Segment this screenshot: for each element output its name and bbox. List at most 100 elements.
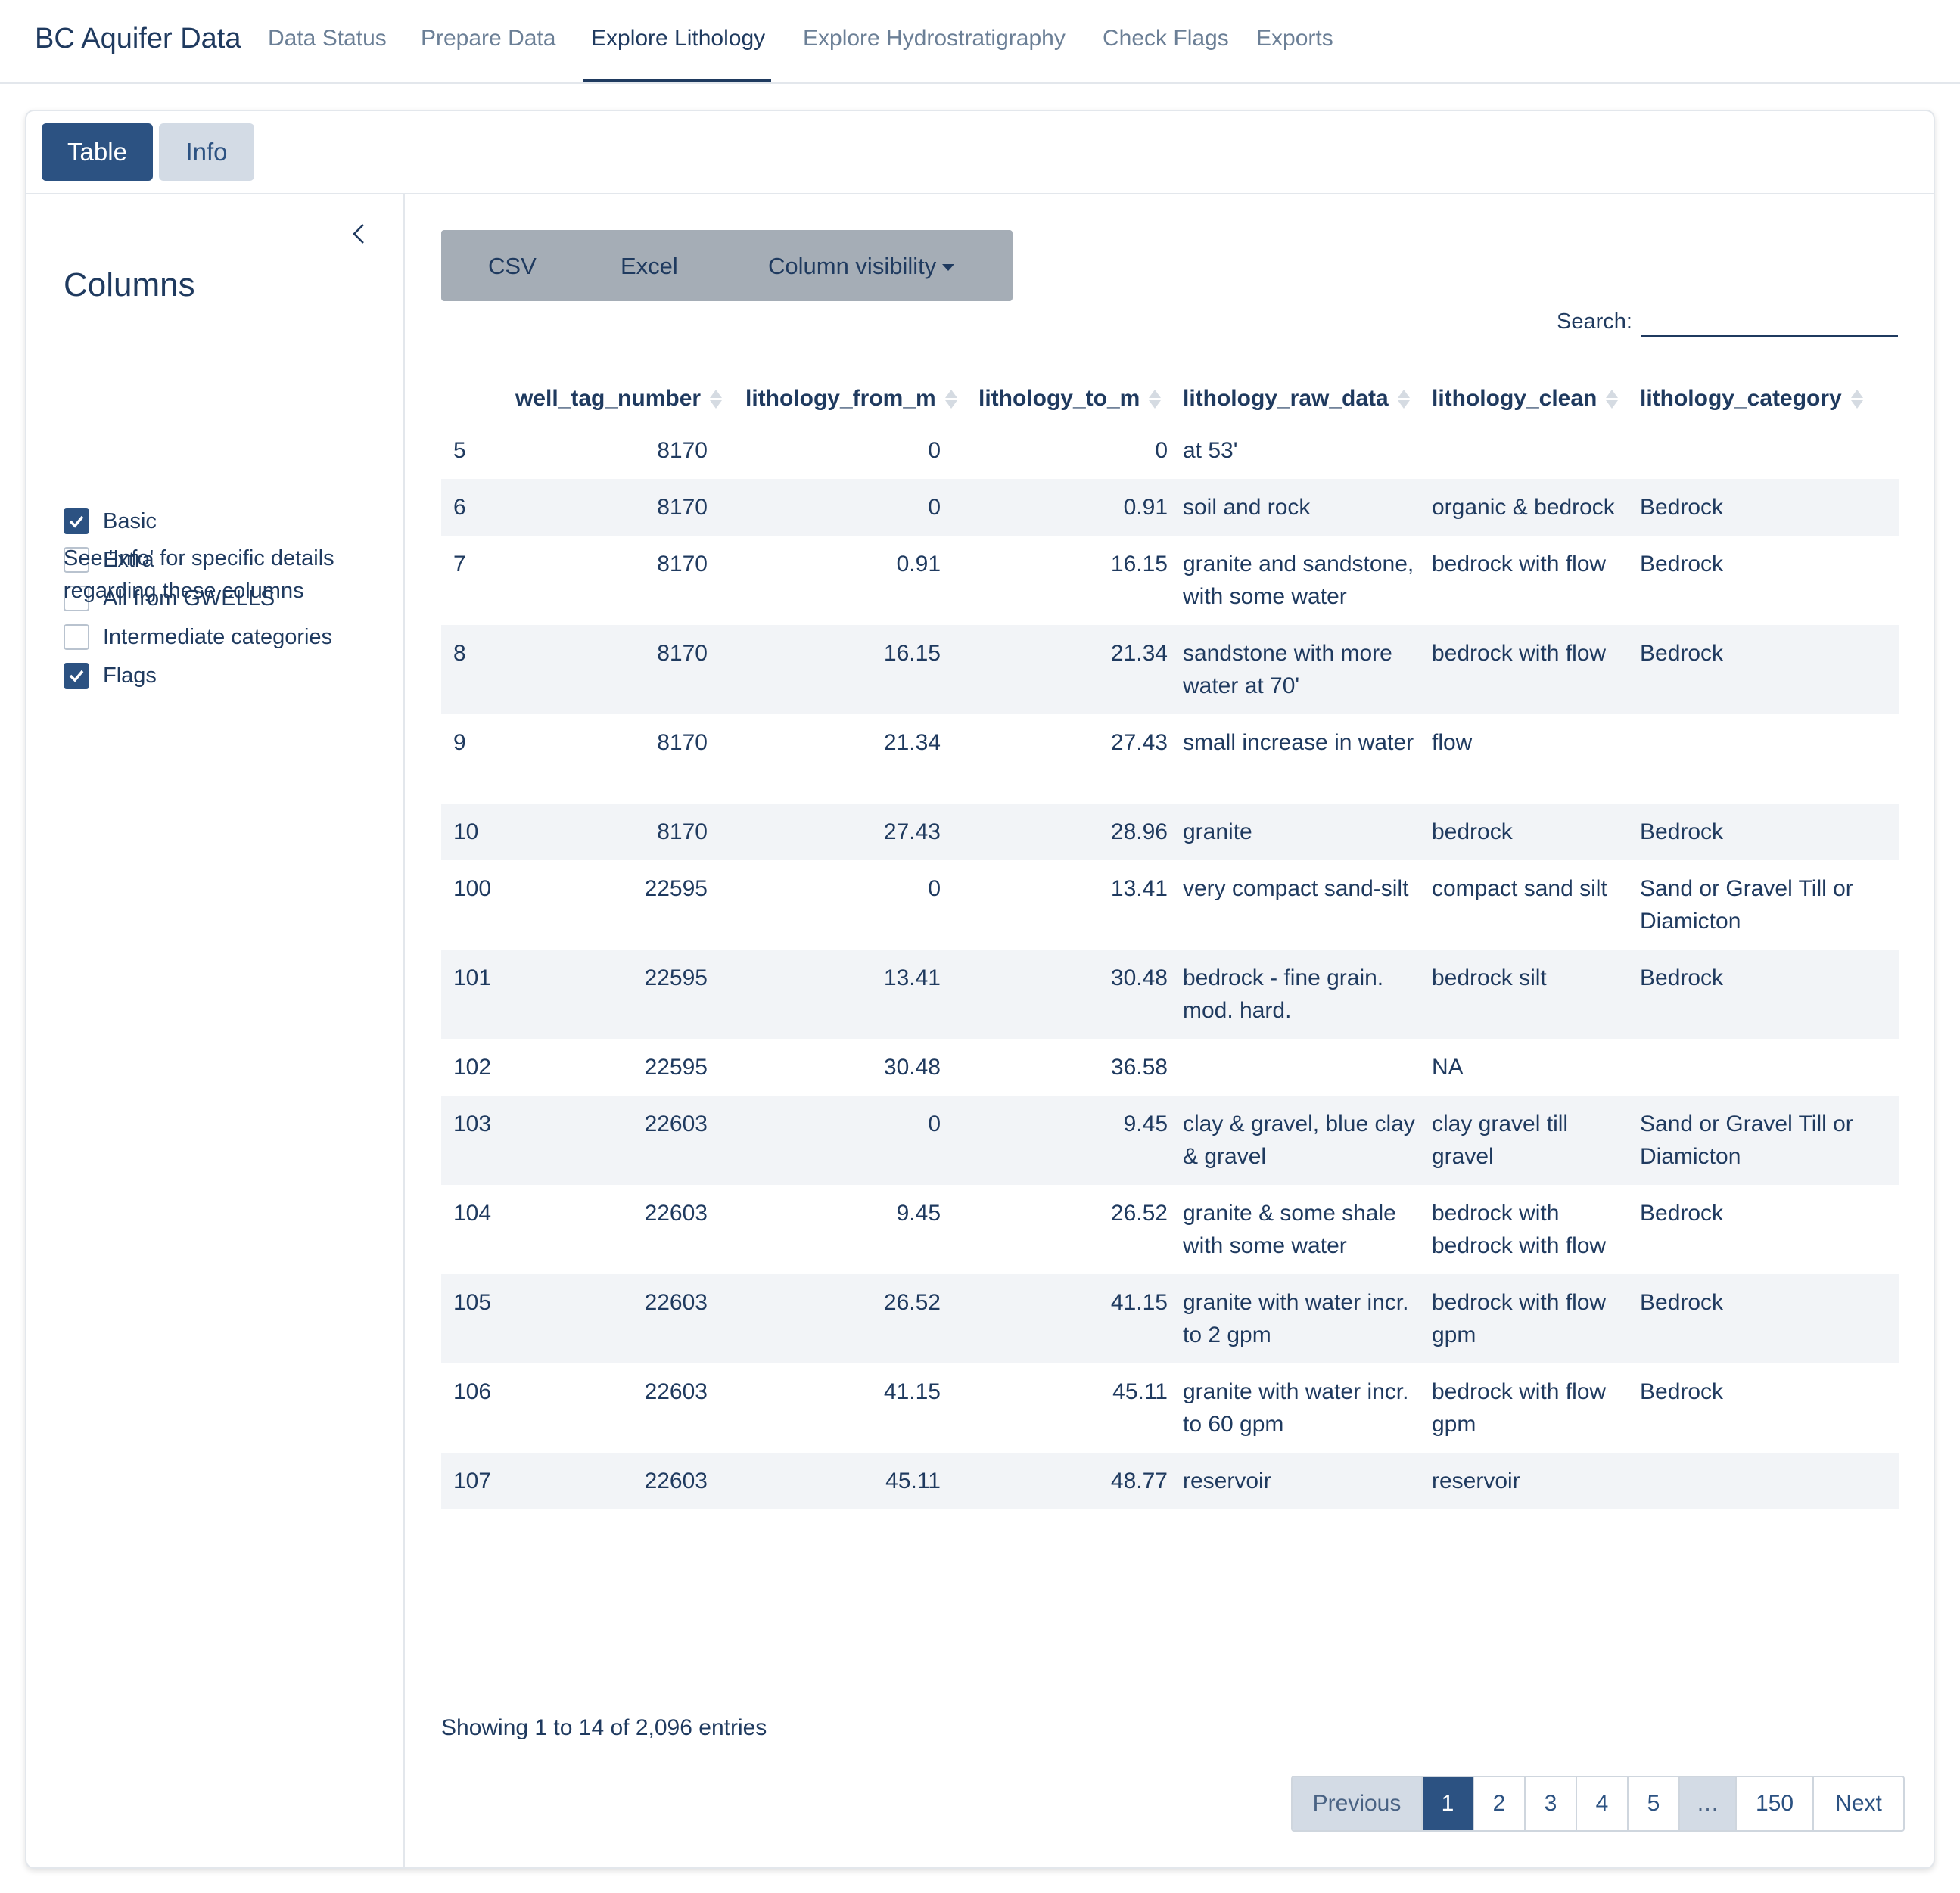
table-cell: Bedrock [1640, 1290, 1724, 1315]
nav-explore-lithology[interactable]: Explore Lithology [591, 26, 765, 51]
sort-icon [1149, 389, 1162, 409]
nav-exports[interactable]: Exports [1256, 26, 1333, 51]
table-row[interactable]: 5 8170 0 0 at 53' [441, 422, 1899, 479]
table-cell: clay gravel till gravel [1432, 1111, 1569, 1169]
checkbox-intermediate-categories[interactable]: Intermediate categories [64, 622, 332, 652]
checkmark-icon [69, 670, 84, 682]
table-cell: 9 [453, 730, 466, 755]
table-cell: Bedrock [1640, 552, 1724, 577]
table-info: Showing 1 to 14 of 2,096 entries [441, 1715, 767, 1740]
table-cell: bedrock with bedrock with flow [1432, 1201, 1607, 1258]
table-cell: Bedrock [1640, 1201, 1724, 1226]
table-cell: 22595 [644, 1055, 708, 1080]
column-header[interactable]: lithology_raw_data [1183, 386, 1410, 412]
table-cell: 41.15 [1110, 1290, 1168, 1315]
table-cell: 9.45 [896, 1201, 941, 1226]
table-cell: 22603 [644, 1290, 708, 1315]
column-visibility-button[interactable]: Column visibility [768, 253, 955, 280]
nav-data-status[interactable]: Data Status [268, 26, 387, 51]
search-input[interactable] [1641, 303, 1898, 337]
table-cell: 30.48 [1110, 965, 1168, 990]
nav-prepare-data[interactable]: Prepare Data [421, 26, 555, 51]
table-cell: 30.48 [883, 1055, 941, 1080]
table-cell: 22603 [644, 1379, 708, 1404]
page-button[interactable]: 5 [1629, 1777, 1680, 1830]
main-card: Table Info Columns Basic Extra All from … [25, 110, 1935, 1869]
column-header-label: well_tag_number [515, 386, 702, 411]
table-cell: 9.45 [1123, 1111, 1168, 1136]
table-cell: 107 [453, 1469, 492, 1494]
csv-button[interactable]: CSV [488, 253, 537, 280]
checkbox-label: Basic [103, 508, 157, 533]
page-button[interactable]: 150 [1737, 1777, 1814, 1830]
table-cell: 101 [453, 965, 492, 990]
table-row[interactable]: 105 22603 26.52 41.15 granite with water inc… [441, 1274, 1899, 1363]
table-row[interactable]: 8 8170 16.15 21.34 sandstone with more water… [441, 625, 1899, 714]
tab-info[interactable]: Info [159, 123, 254, 181]
page-button[interactable]: 3 [1526, 1777, 1577, 1830]
table-row[interactable]: 106 22603 41.15 45.11 granite with water inc… [441, 1363, 1899, 1453]
table-cell: 48.77 [1110, 1469, 1168, 1494]
chevron-left-icon[interactable] [344, 219, 375, 249]
table-row[interactable]: 100 22595 0 13.41 very compact sand-silt comp… [441, 860, 1899, 950]
column-visibility-label: Column visibility [768, 253, 937, 279]
columns-title: Columns [64, 266, 195, 303]
checkbox-box[interactable] [64, 624, 89, 650]
table-row[interactable]: 107 22603 45.11 48.77 reservoir reservoir [441, 1453, 1899, 1509]
table-cell: 16.15 [1110, 552, 1168, 577]
nav-check-flags[interactable]: Check Flags [1103, 26, 1229, 51]
table-row[interactable]: 10 8170 27.43 28.96 granite bedrock Bedrock [441, 804, 1899, 860]
table-row[interactable]: 102 22595 30.48 36.58 NA [441, 1039, 1899, 1096]
table-row[interactable]: 104 22603 9.45 26.52 granite & some shale wi… [441, 1185, 1899, 1274]
table-cell: 0 [1155, 438, 1168, 463]
table-row[interactable]: 9 8170 21.34 27.43 small increase in water fl… [441, 714, 1899, 804]
table-cell: sandstone with more water at 70' [1183, 641, 1392, 698]
lithology-table: well_tag_number lithology_from_m lithology… [441, 363, 1899, 1581]
checkbox-basic[interactable]: Basic [64, 506, 157, 536]
table-cell: Bedrock [1640, 641, 1724, 666]
checkbox-box[interactable] [64, 508, 89, 534]
table-cell: 8170 [657, 730, 708, 755]
app-brand[interactable]: BC Aquifer Data [35, 23, 241, 55]
table-cell: 45.11 [885, 1469, 941, 1494]
page-button[interactable]: 2 [1474, 1777, 1526, 1830]
table-cell: granite with water incr. to 2 gpm [1183, 1290, 1409, 1347]
table-cell: 10 [453, 819, 479, 844]
table-row[interactable]: 6 8170 0 0.91 soil and rock organic & bedrock… [441, 479, 1899, 536]
page-button[interactable]: 1 [1423, 1777, 1474, 1830]
column-header[interactable]: lithology_category [1640, 386, 1863, 412]
table-cell: 26.52 [883, 1290, 941, 1315]
page-button[interactable]: 4 [1577, 1777, 1629, 1830]
table-cell: 27.43 [883, 819, 941, 844]
next-page-button[interactable]: Next [1814, 1777, 1903, 1830]
table-cell: 22603 [644, 1469, 708, 1494]
sort-icon [710, 389, 723, 409]
checkbox-box[interactable] [64, 663, 89, 689]
table-cell: 0 [928, 495, 941, 520]
table-cell: 5 [453, 438, 466, 463]
pagination-ellipsis: … [1680, 1777, 1737, 1830]
table-cell: Bedrock [1640, 495, 1724, 520]
previous-page-button[interactable]: Previous [1293, 1777, 1423, 1830]
nav-explore-hydrostratigraphy[interactable]: Explore Hydrostratigraphy [803, 26, 1066, 51]
table-row[interactable]: 103 22603 0 9.45 clay & gravel, blue clay & … [441, 1096, 1899, 1185]
excel-button[interactable]: Excel [621, 253, 678, 280]
table-cell: 13.41 [883, 965, 941, 990]
column-header-label: lithology_to_m [978, 386, 1140, 411]
tab-table[interactable]: Table [42, 123, 153, 181]
table-row[interactable]: 101 22595 13.41 30.48 bedrock - fine grain. … [441, 950, 1899, 1039]
checkbox-flags[interactable]: Flags [64, 661, 157, 691]
table-cell: 8170 [657, 819, 708, 844]
column-header[interactable]: lithology_to_m [978, 386, 1162, 412]
table-cell: 13.41 [1110, 876, 1168, 901]
column-header[interactable]: lithology_from_m [745, 386, 957, 412]
column-header[interactable]: lithology_clean [1432, 386, 1619, 412]
table-row[interactable]: 7 8170 0.91 16.15 granite and sandstone, wit… [441, 536, 1899, 625]
column-header[interactable]: well_tag_number [515, 386, 723, 412]
column-header-label: lithology_category [1640, 386, 1842, 411]
table-cell: clay & gravel, blue clay & gravel [1183, 1111, 1415, 1169]
table-cell: 22595 [644, 876, 708, 901]
table-cell: NA [1432, 1055, 1464, 1080]
table-cell: bedrock [1432, 819, 1513, 844]
table-cell: 6 [453, 495, 466, 520]
